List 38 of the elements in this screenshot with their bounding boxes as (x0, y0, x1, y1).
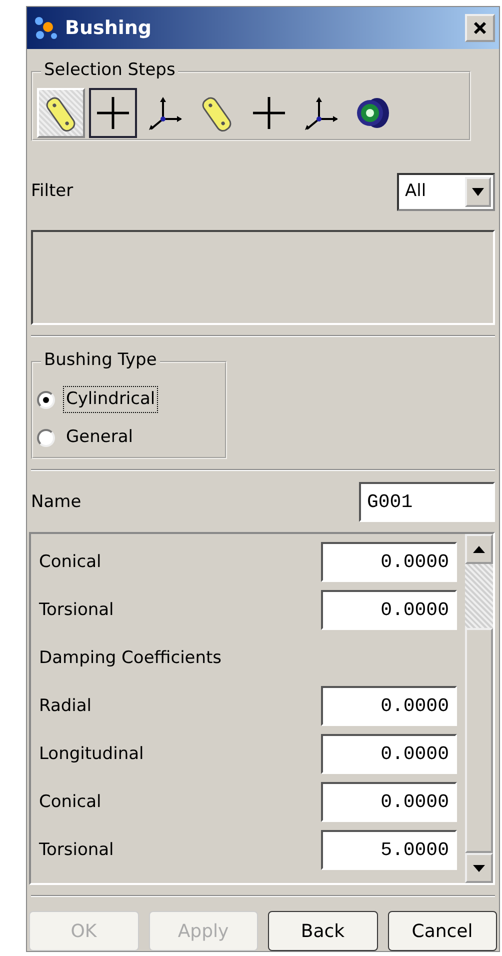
radio-label[interactable]: Cylindrical (63, 386, 158, 414)
dialog-button[interactable]: Cancel (388, 911, 497, 952)
parameter-label: Radial (39, 694, 92, 718)
parameter-label: Conical (39, 790, 102, 814)
close-icon (473, 21, 487, 36)
radio-label[interactable]: General (63, 424, 136, 452)
parameter-label: Longitudinal (39, 742, 144, 766)
caret-icon (472, 188, 484, 196)
up-arrow-icon (473, 546, 485, 553)
parameter-field[interactable]: 0.0000 (321, 686, 457, 726)
parameter-label: Torsional (39, 838, 114, 862)
down-arrow-icon (473, 864, 485, 872)
parameter-label: Torsional (39, 598, 114, 622)
parameter-field[interactable]: 5.0000 (321, 830, 457, 870)
filter-dropdown[interactable]: All (397, 172, 495, 211)
window-title: Bushing (65, 16, 152, 41)
radio-button[interactable] (37, 428, 55, 447)
scrollbar[interactable] (465, 534, 493, 884)
parameter-field[interactable]: 0.0000 (321, 782, 457, 822)
radio-button[interactable] (37, 390, 55, 409)
section-heading: Damping Coefficients (39, 646, 222, 670)
scroll-down-button[interactable] (465, 853, 493, 884)
selection-list[interactable] (31, 230, 495, 325)
parameter-field[interactable]: 0.0000 (321, 734, 457, 774)
name-label: Name (31, 490, 82, 514)
group-label: Bushing Type (41, 350, 160, 370)
filter-label: Filter (31, 180, 74, 203)
close-button[interactable] (465, 14, 495, 42)
scroll-thumb[interactable] (465, 628, 493, 854)
parameter-field[interactable]: 0.0000 (321, 590, 457, 630)
group-label: Selection Steps (41, 60, 178, 80)
parameter-field[interactable]: 0.0000 (321, 542, 457, 582)
step-button[interactable] (89, 88, 137, 138)
scroll-up-button[interactable] (465, 534, 493, 564)
parameter-label: Conical (39, 550, 102, 574)
dialog-button[interactable]: Back (268, 911, 378, 952)
name-field[interactable]: G001 (359, 482, 495, 522)
app-icon (33, 15, 59, 41)
